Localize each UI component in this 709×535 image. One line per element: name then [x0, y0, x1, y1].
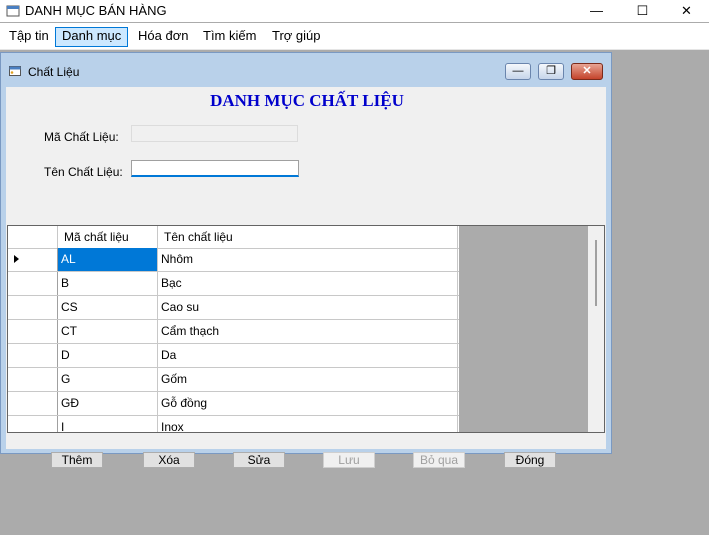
menu-hoa-don[interactable]: Hóa đơn [132, 27, 194, 45]
cell-code[interactable]: CT [58, 320, 158, 343]
table-row[interactable]: GĐ Gỗ đồng [8, 392, 459, 416]
cell-name[interactable]: Cao su [158, 296, 458, 319]
menu-tap-tin[interactable]: Tập tin [3, 27, 55, 45]
cell-code[interactable]: GĐ [58, 392, 158, 415]
row-header[interactable] [8, 392, 58, 415]
form-icon [9, 66, 21, 76]
row-header[interactable] [8, 344, 58, 367]
cell-code[interactable]: AL [58, 248, 158, 271]
menu-tro-giup[interactable]: Trợ giúp [266, 27, 327, 45]
ma-chat-lieu-label: Mã Chất Liệu: [44, 130, 119, 144]
row-header[interactable] [8, 272, 58, 295]
minimize-icon: — [512, 65, 524, 77]
minimize-icon: — [590, 3, 603, 18]
chat-lieu-grid[interactable]: Mã chất liệu Tên chất liệu AL Nhôm B Bạc… [7, 225, 605, 433]
cell-code[interactable]: D [58, 344, 158, 367]
close-icon: ✕ [681, 3, 692, 18]
grid-corner-header [8, 226, 58, 248]
table-row[interactable]: AL Nhôm [8, 248, 459, 272]
menu-tim-kiem[interactable]: Tìm kiếm [197, 27, 262, 45]
table-row[interactable]: CS Cao su [8, 296, 459, 320]
minimize-button[interactable]: — [574, 0, 619, 22]
cell-name[interactable]: Inox [158, 416, 458, 432]
ma-chat-lieu-input[interactable] [131, 125, 298, 142]
cell-code[interactable]: CS [58, 296, 158, 319]
cell-name[interactable]: Cẩm thạch [158, 320, 458, 343]
grid-vertical-scrollbar[interactable] [588, 226, 604, 432]
menu-bar: Tập tin Danh mục Hóa đơn Tìm kiếm Trợ gi… [0, 23, 709, 50]
cell-name[interactable]: Da [158, 344, 458, 367]
table-row[interactable]: D Da [8, 344, 459, 368]
child-restore-button[interactable]: ❐ [538, 63, 564, 80]
child-titlebar: Chất Liệu — ❐ ✕ [1, 53, 611, 87]
them-button[interactable]: Thêm [51, 452, 103, 468]
row-header[interactable] [8, 320, 58, 343]
ten-chat-lieu-label: Tên Chất Liệu: [44, 165, 123, 179]
xoa-button[interactable]: Xóa [143, 452, 195, 468]
cell-name[interactable]: Nhôm [158, 248, 458, 271]
grid-body: Mã chất liệu Tên chất liệu AL Nhôm B Bạc… [8, 226, 459, 432]
cell-code[interactable]: I [58, 416, 158, 432]
restore-icon: ❐ [546, 65, 556, 77]
cell-name[interactable]: Gỗ đồng [158, 392, 458, 415]
child-title: Chất Liệu [28, 65, 80, 79]
close-icon: ✕ [582, 65, 592, 77]
col-header-ma[interactable]: Mã chất liệu [58, 226, 158, 248]
table-row[interactable]: G Gốm [8, 368, 459, 392]
luu-button[interactable]: Lưu [323, 452, 375, 468]
form-heading: DANH MỤC CHẤT LIỆU [210, 91, 404, 110]
row-header[interactable] [8, 416, 58, 432]
app-icon [6, 5, 20, 17]
cell-name[interactable]: Gốm [158, 368, 458, 391]
ten-chat-lieu-input[interactable] [131, 160, 299, 177]
child-client-area: DANH MỤC CHẤT LIỆU Mã Chất Liệu: Tên Chấ… [6, 87, 606, 468]
child-close-button[interactable]: ✕ [571, 63, 603, 80]
child-window-chat-lieu: Chất Liệu — ❐ ✕ DANH MỤC CHẤT LIỆU Mã Ch… [0, 52, 612, 468]
table-row[interactable]: I Inox [8, 416, 459, 432]
close-button[interactable]: ✕ [664, 0, 709, 22]
row-pointer-icon [14, 255, 19, 263]
row-header[interactable] [8, 296, 58, 319]
cell-code[interactable]: B [58, 272, 158, 295]
cell-name[interactable]: Bạc [158, 272, 458, 295]
col-header-ten[interactable]: Tên chất liệu [158, 226, 458, 248]
grid-header: Mã chất liệu Tên chất liệu [8, 226, 459, 249]
row-header[interactable] [8, 248, 58, 271]
table-row[interactable]: B Bạc [8, 272, 459, 296]
window-title: DANH MỤC BÁN HÀNG [25, 3, 167, 18]
bo-qua-button[interactable]: Bỏ qua [413, 452, 465, 468]
window-titlebar: DANH MỤC BÁN HÀNG — ☐ ✕ [0, 0, 709, 22]
dong-button[interactable]: Đóng [504, 452, 556, 468]
maximize-button[interactable]: ☐ [620, 0, 665, 22]
scrollbar-thumb[interactable] [595, 240, 597, 306]
maximize-icon: ☐ [636, 3, 649, 18]
table-row[interactable]: CT Cẩm thạch [8, 320, 459, 344]
cell-code[interactable]: G [58, 368, 158, 391]
menu-danh-muc[interactable]: Danh mục [55, 27, 129, 47]
row-header[interactable] [8, 368, 58, 391]
sua-button[interactable]: Sửa [233, 452, 285, 468]
child-minimize-button[interactable]: — [505, 63, 531, 80]
